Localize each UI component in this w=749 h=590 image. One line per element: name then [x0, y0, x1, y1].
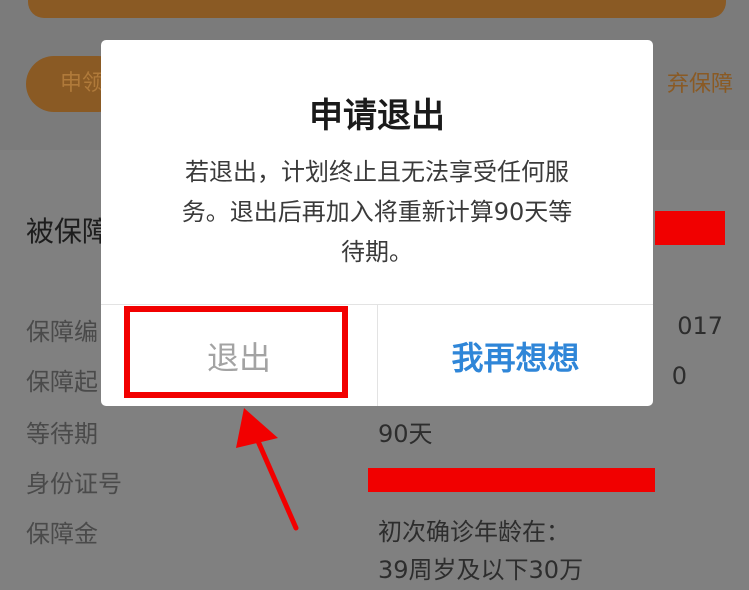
row-value-benefit-line1: 初次确诊年龄在：	[378, 518, 570, 546]
id-redaction-bar	[368, 468, 655, 492]
highlight-box	[124, 306, 348, 398]
top-banner	[28, 0, 726, 18]
row-label-policy-no: 保障编	[26, 318, 98, 346]
row-value-benefit-line2: 39周岁及以下30万	[378, 556, 584, 584]
dialog-message-line: 待期。	[341, 238, 413, 266]
reconsider-button[interactable]: 我再想想	[378, 305, 653, 406]
insured-heading: 被保障	[26, 215, 111, 248]
row-value-policy-no: 017	[677, 312, 723, 340]
row-label-benefit: 保障金	[26, 520, 98, 548]
redaction-bar	[655, 211, 725, 245]
row-label-id-number: 身份证号	[26, 470, 122, 498]
row-value-start-date: 0	[671, 362, 687, 390]
dialog-title: 申请退出	[309, 96, 445, 136]
row-label-start-date: 保障起	[26, 368, 98, 396]
dialog-message-line: 务。退出后再加入将重新计算90天等	[181, 198, 573, 226]
row-value-waiting-period: 90天	[378, 420, 433, 448]
abandon-link[interactable]: 弃保障	[667, 66, 733, 98]
dialog-message-line: 若退出，计划终止且无法享受任何服	[185, 158, 569, 186]
claim-button-label: 申领	[60, 71, 105, 96]
dialog-message: 若退出，计划终止且无法享受任何服 务。退出后再加入将重新计算90天等 待期。	[137, 152, 617, 272]
row-label-waiting-period: 等待期	[26, 420, 98, 448]
